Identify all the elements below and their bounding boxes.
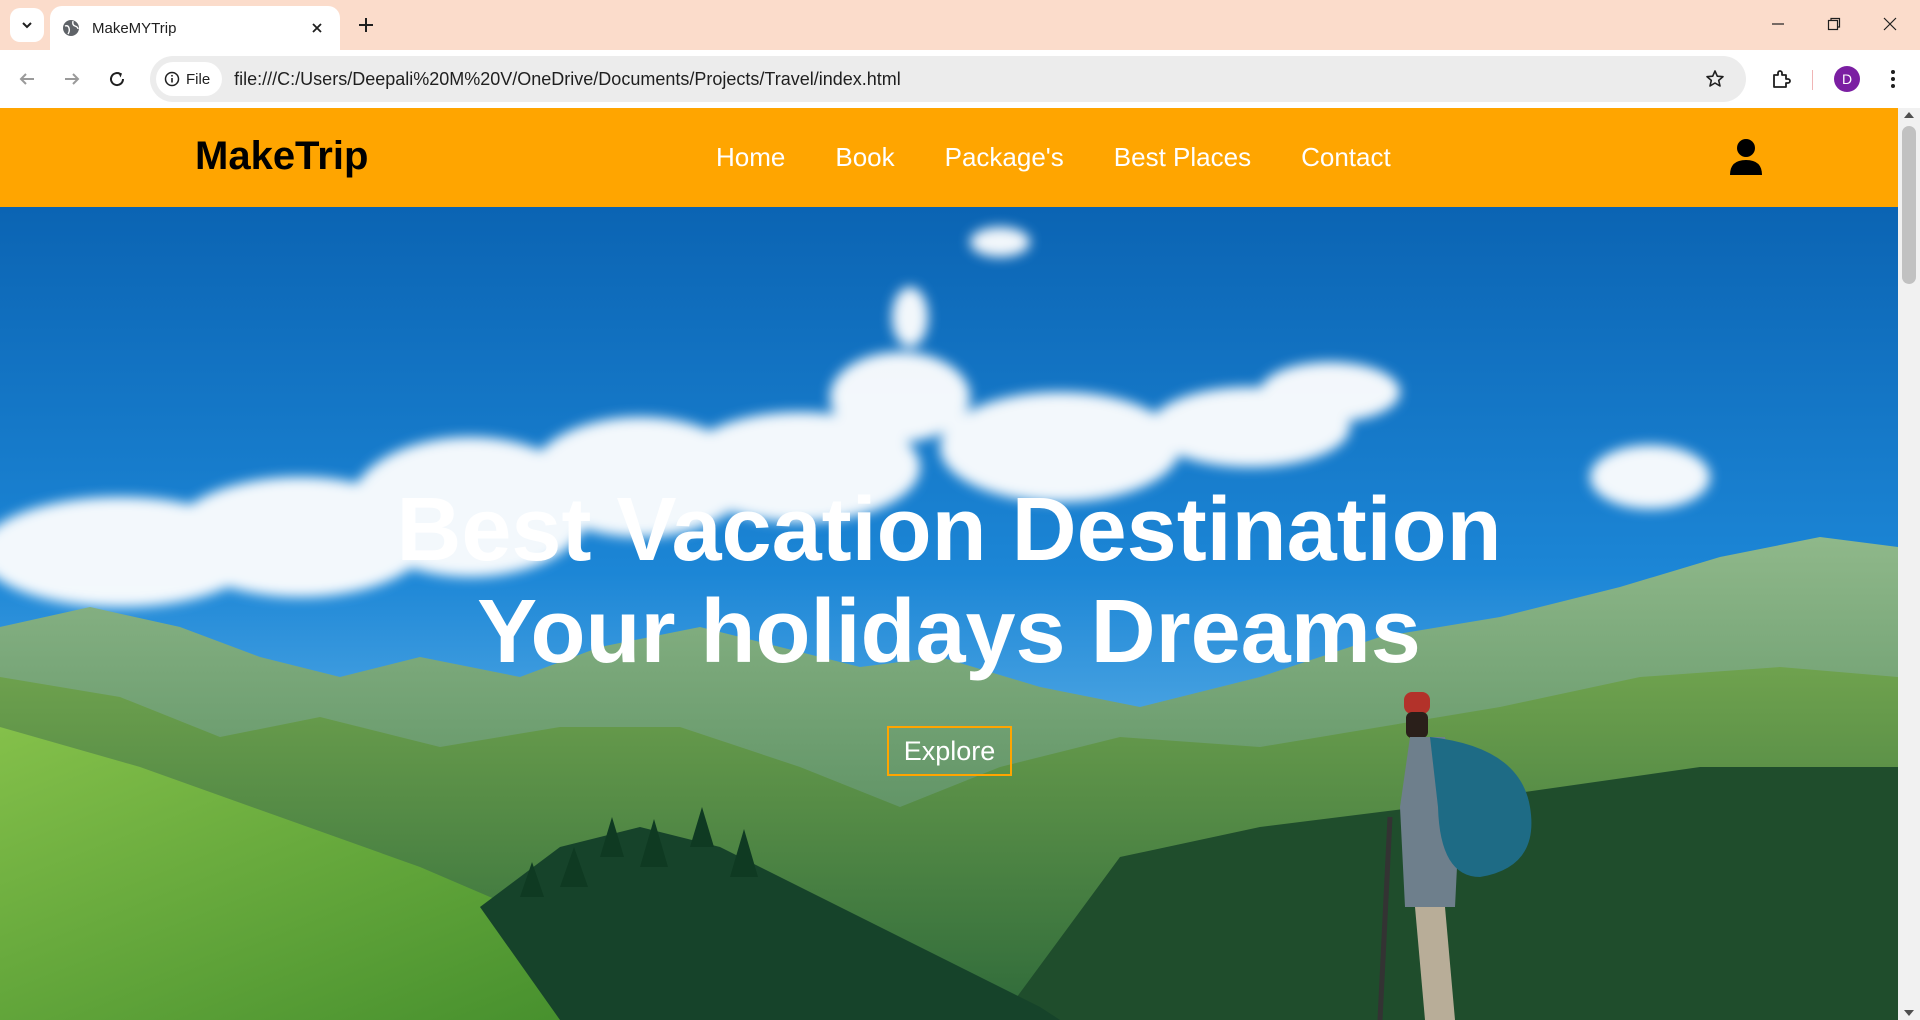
close-icon xyxy=(1883,17,1897,31)
hero-title-line-1: Best Vacation Destination xyxy=(396,480,1502,580)
reload-button[interactable] xyxy=(100,62,134,96)
site-info-label: File xyxy=(186,70,211,88)
minimize-button[interactable] xyxy=(1750,0,1806,48)
explore-button[interactable]: Explore xyxy=(887,726,1012,776)
star-icon xyxy=(1706,70,1724,87)
arrow-left-icon xyxy=(19,73,34,85)
tab-search-button[interactable] xyxy=(10,8,44,42)
scroll-up-arrow[interactable] xyxy=(1904,112,1914,118)
browser-toolbar: File file:///C:/Users/Deepali%20M%20V/On… xyxy=(0,50,1920,108)
restore-button[interactable] xyxy=(1806,0,1862,48)
tab-title: MakeMYTrip xyxy=(92,19,177,37)
hero-title: Best Vacation Destination Your holidays … xyxy=(0,479,1898,683)
site-logo[interactable]: MakeTrip xyxy=(195,134,368,179)
profile-avatar[interactable]: D xyxy=(1834,66,1860,92)
nav-book[interactable]: Book xyxy=(835,142,894,173)
extensions-button[interactable] xyxy=(1764,62,1798,96)
browser-tab[interactable]: MakeMYTrip xyxy=(50,6,340,50)
reload-icon xyxy=(110,72,125,87)
page-scrollbar[interactable] xyxy=(1898,108,1920,1020)
scroll-thumb[interactable] xyxy=(1902,126,1916,284)
hero-section: Best Vacation Destination Your holidays … xyxy=(0,207,1898,1020)
puzzle-icon xyxy=(1773,70,1791,88)
info-icon xyxy=(164,71,180,87)
browser-tab-bar: MakeMYTrip xyxy=(0,0,1920,50)
hero-title-line-2: Your holidays Dreams xyxy=(477,582,1421,682)
new-tab-button[interactable] xyxy=(352,11,380,39)
back-button[interactable] xyxy=(10,62,44,96)
nav-packages[interactable]: Package's xyxy=(945,142,1064,173)
nav-home[interactable]: Home xyxy=(716,142,785,173)
bookmark-button[interactable] xyxy=(1702,66,1728,92)
restore-icon xyxy=(1827,17,1841,31)
plus-icon xyxy=(359,18,373,32)
nav-contact[interactable]: Contact xyxy=(1301,142,1391,173)
page-viewport: MakeTrip Home Book Package's Best Places… xyxy=(0,108,1920,1020)
address-bar[interactable]: File file:///C:/Users/Deepali%20M%20V/On… xyxy=(150,56,1746,102)
close-window-button[interactable] xyxy=(1862,0,1918,48)
site-header: MakeTrip Home Book Package's Best Places… xyxy=(0,108,1898,207)
user-icon[interactable] xyxy=(1728,138,1764,176)
main-nav: Home Book Package's Best Places Contact xyxy=(716,142,1391,173)
toolbar-divider xyxy=(1812,70,1813,90)
globe-icon xyxy=(63,20,79,36)
chevron-down-icon xyxy=(22,22,32,29)
arrow-right-icon xyxy=(65,73,80,85)
browser-menu-button[interactable] xyxy=(1876,62,1910,96)
scroll-down-arrow[interactable] xyxy=(1904,1010,1914,1016)
close-tab-button[interactable] xyxy=(306,17,328,39)
forward-button[interactable] xyxy=(55,62,89,96)
site-info-chip[interactable]: File xyxy=(156,62,223,96)
close-icon xyxy=(312,23,322,33)
minimize-icon xyxy=(1772,23,1784,25)
url-text[interactable]: file:///C:/Users/Deepali%20M%20V/OneDriv… xyxy=(234,69,901,90)
nav-best-places[interactable]: Best Places xyxy=(1114,142,1251,173)
more-vert-icon xyxy=(1891,70,1895,88)
